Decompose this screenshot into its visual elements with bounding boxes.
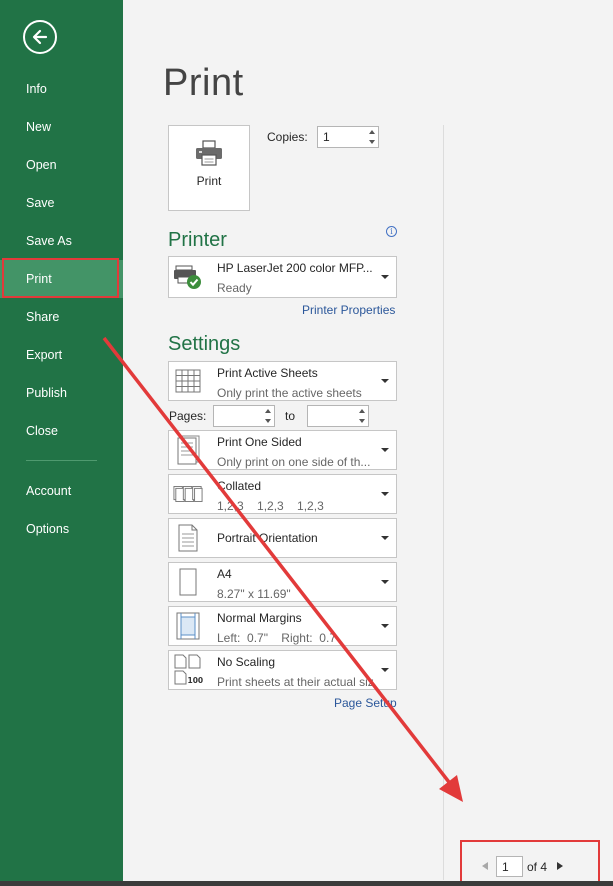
copies-spinner-arrows[interactable] (365, 127, 378, 147)
info-icon[interactable]: i (386, 226, 397, 237)
pages-to-label: to (285, 409, 296, 423)
nav-item-publish[interactable]: Publish (0, 374, 123, 412)
nav-item-share[interactable]: Share (0, 298, 123, 336)
pages-from-spinner[interactable] (213, 405, 275, 427)
chevron-down-icon (381, 580, 389, 584)
paper-size-icon (173, 567, 203, 597)
page-title: Print (163, 62, 244, 104)
orientation-title: Portrait Orientation (217, 531, 318, 545)
printer-status: Ready (217, 281, 252, 295)
printer-properties-link[interactable]: Printer Properties (302, 303, 395, 317)
paper-size-dropdown[interactable]: A4 8.27" x 11.69" (168, 562, 397, 602)
chevron-down-icon (381, 492, 389, 496)
settings-heading: Settings (168, 333, 241, 355)
collated-pages-icon (173, 479, 203, 509)
pages-from-arrows[interactable] (261, 406, 274, 426)
taskbar-strip (0, 881, 613, 886)
margins-dropdown[interactable]: Normal Margins Left: 0.7" Right: 0.7 (168, 606, 397, 646)
nav-item-new[interactable]: New (0, 108, 123, 146)
margins-title: Normal Margins (217, 611, 302, 625)
print-button[interactable]: Print (168, 125, 250, 211)
spin-up-icon[interactable] (368, 130, 375, 134)
print-button-label: Print (196, 174, 222, 188)
chevron-down-icon (381, 275, 389, 279)
margins-icon (173, 611, 203, 641)
print-scope-dropdown[interactable]: Print Active Sheets Only print the activ… (168, 361, 397, 401)
nav-item-account[interactable]: Account (0, 472, 123, 510)
scaling-title: No Scaling (217, 655, 276, 669)
chevron-down-icon (381, 624, 389, 628)
backstage-sidebar: Info New Open Save Save As Print Share E… (0, 0, 123, 886)
portrait-page-icon (173, 523, 203, 553)
pages-to-arrows[interactable] (355, 406, 368, 426)
collation-title: Collated (217, 479, 262, 493)
paper-size-title: A4 (217, 567, 232, 581)
nav-item-info[interactable]: Info (0, 70, 123, 108)
spin-up-icon[interactable] (264, 409, 271, 413)
page-setup-link[interactable]: Page Setup (334, 696, 397, 710)
back-button[interactable] (23, 20, 57, 54)
chevron-down-icon (381, 668, 389, 672)
spin-down-icon[interactable] (368, 140, 375, 144)
annotation-highlight-pager (460, 840, 600, 884)
copies-spinner[interactable] (317, 126, 379, 148)
copies-label: Copies: (267, 130, 308, 144)
nav-item-save-as[interactable]: Save As (0, 222, 123, 260)
svg-text:100: 100 (188, 676, 204, 685)
printer-heading: Printer (168, 229, 227, 251)
nav-item-save[interactable]: Save (0, 184, 123, 222)
printer-dropdown[interactable]: HP LaserJet 200 color MFP... Ready (168, 256, 397, 298)
sides-title: Print One Sided (217, 435, 302, 449)
nav-item-options[interactable]: Options (0, 510, 123, 548)
chevron-down-icon (381, 379, 389, 383)
print-scope-desc: Only print the active sheets (217, 386, 362, 400)
chevron-down-icon (381, 448, 389, 452)
annotation-highlight-print (2, 258, 119, 298)
printer-ready-icon (173, 262, 203, 292)
scaling-dropdown[interactable]: 100 No Scaling Print sheets at their act… (168, 650, 397, 690)
arrow-left-icon (32, 29, 48, 45)
printer-icon (196, 140, 222, 166)
paper-size-desc: 8.27" x 11.69" (217, 587, 291, 601)
nav-divider (26, 460, 97, 461)
margins-desc: Left: 0.7" Right: 0.7 (217, 631, 336, 645)
spin-up-icon[interactable] (358, 409, 365, 413)
sheet-grid-icon (173, 366, 203, 396)
pages-to-spinner[interactable] (307, 405, 369, 427)
spin-down-icon[interactable] (358, 419, 365, 423)
collation-desc: 1,2,3 1,2,3 1,2,3 (217, 499, 324, 513)
no-scaling-icon: 100 (173, 654, 204, 685)
scaling-desc: Print sheets at their actual siz (217, 675, 374, 689)
spin-down-icon[interactable] (264, 419, 271, 423)
pages-label: Pages: (169, 409, 207, 423)
one-sided-page-icon (173, 435, 203, 465)
orientation-dropdown[interactable]: Portrait Orientation (168, 518, 397, 558)
nav-item-open[interactable]: Open (0, 146, 123, 184)
sides-desc: Only print on one side of th... (217, 455, 371, 469)
printer-name: HP LaserJet 200 color MFP... (217, 261, 373, 275)
chevron-down-icon (381, 536, 389, 540)
print-scope-title: Print Active Sheets (217, 366, 318, 380)
nav-item-export[interactable]: Export (0, 336, 123, 374)
sides-dropdown[interactable]: Print One Sided Only print on one side o… (168, 430, 397, 470)
collation-dropdown[interactable]: Collated 1,2,3 1,2,3 1,2,3 (168, 474, 397, 514)
nav-item-close[interactable]: Close (0, 412, 123, 450)
preview-divider (443, 125, 444, 880)
